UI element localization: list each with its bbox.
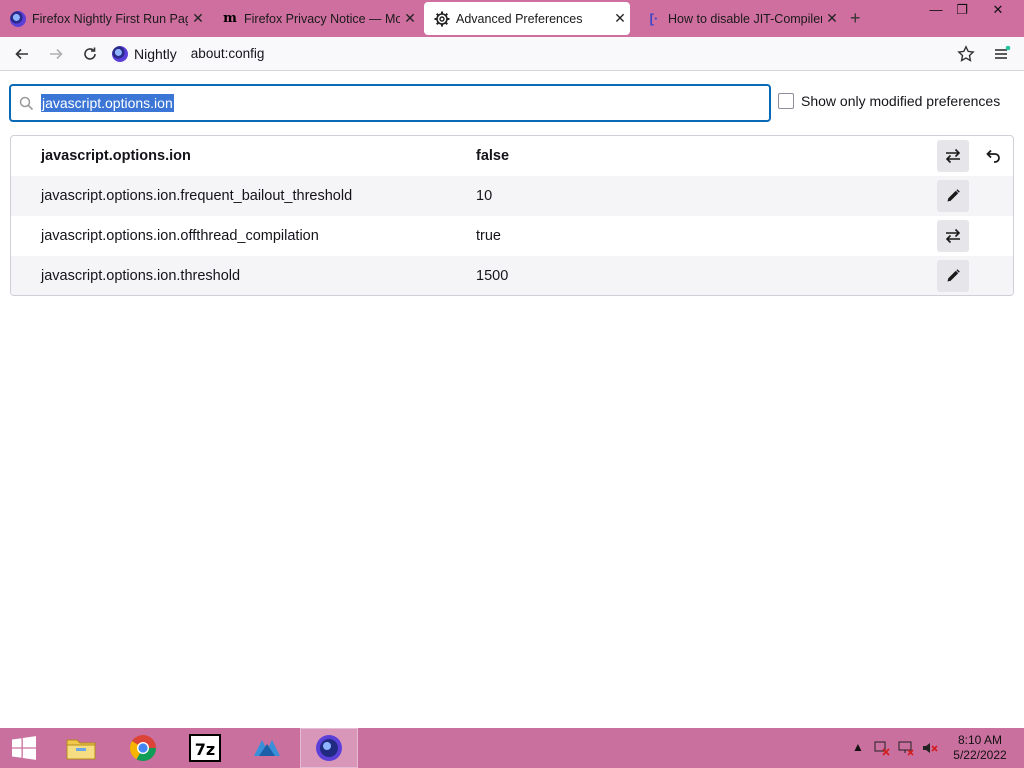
- pref-name: javascript.options.ion: [41, 148, 191, 164]
- windows-start-icon[interactable]: [0, 728, 48, 768]
- pencil-icon: [947, 269, 960, 282]
- hamburger-menu-icon[interactable]: [988, 40, 1016, 68]
- back-arrow-icon[interactable]: [8, 40, 36, 68]
- system-clock[interactable]: 8:10 AM 5/22/2022: [945, 733, 1015, 763]
- windows-taskbar: 7z ▲ 8:10 AM 5/22/2022: [0, 728, 1024, 768]
- gear-icon: [434, 11, 450, 27]
- tab-strip: Firefox Nightly First Run Page ✕ m Firef…: [0, 0, 1024, 37]
- new-tab-button[interactable]: +: [850, 8, 861, 29]
- pref-value: false: [476, 148, 510, 164]
- table-row: javascript.options.ion.threshold 1500: [11, 256, 1013, 295]
- svg-text:7z: 7z: [195, 740, 215, 759]
- pref-value: 1500: [476, 268, 509, 284]
- table-row: javascript.options.ion.frequent_bailout_…: [11, 176, 1013, 216]
- navigation-toolbar: Nightly about:config: [0, 37, 1024, 71]
- pref-value: 10: [476, 188, 493, 204]
- firefox-nightly-icon[interactable]: [300, 728, 358, 768]
- show-modified-checkbox[interactable]: Show only modified preferences: [778, 93, 1000, 109]
- reload-icon[interactable]: [76, 40, 104, 68]
- file-explorer-icon[interactable]: [52, 728, 110, 768]
- url-bar[interactable]: about:config: [191, 46, 265, 61]
- tab-title: Advanced Preferences: [456, 11, 583, 26]
- tray-overflow-icon[interactable]: ▲: [852, 740, 864, 754]
- network-icon[interactable]: [898, 740, 914, 759]
- nightly-icon: [10, 10, 26, 27]
- search-query: javascript.options.ion: [41, 94, 174, 112]
- pref-value: true: [476, 228, 501, 244]
- tab-advanced-preferences[interactable]: Advanced Preferences ✕: [424, 2, 630, 35]
- close-icon[interactable]: ✕: [400, 10, 420, 27]
- toggle-button[interactable]: [937, 140, 969, 172]
- search-icon: [11, 96, 41, 111]
- tab-title: Firefox Nightly First Run Page: [32, 11, 188, 26]
- 7zip-icon[interactable]: 7z: [176, 728, 234, 768]
- bookmark-star-icon[interactable]: [952, 40, 980, 68]
- nightly-icon: [112, 45, 128, 62]
- close-icon[interactable]: ✕: [188, 10, 208, 27]
- restore-icon[interactable]: ❐: [946, 0, 978, 20]
- chrome-icon[interactable]: [114, 728, 172, 768]
- preferences-table: javascript.options.ion false javascript.…: [10, 135, 1014, 296]
- search-input[interactable]: javascript.options.ion: [9, 84, 771, 122]
- tab-firefox-privacy-notice[interactable]: m Firefox Privacy Notice — Mozilla ✕: [212, 2, 420, 35]
- close-icon[interactable]: ✕: [610, 10, 630, 27]
- speaker-muted-icon[interactable]: [922, 740, 938, 759]
- close-window-icon[interactable]: ✕: [982, 0, 1014, 20]
- bracket-icon: [·: [649, 11, 659, 26]
- show-modified-label: Show only modified preferences: [801, 93, 1001, 109]
- checkbox-box[interactable]: [778, 93, 794, 109]
- mozilla-m-icon: m: [223, 11, 237, 26]
- table-row: javascript.options.ion.offthread_compila…: [11, 216, 1013, 256]
- tab-how-to-disable-jit[interactable]: [· How to disable JIT-Compiler ✕: [636, 2, 842, 35]
- tab-title: How to disable JIT-Compiler: [668, 11, 822, 26]
- network-flag-icon[interactable]: [874, 740, 890, 759]
- close-icon[interactable]: ✕: [822, 10, 842, 27]
- swap-arrows-icon: [945, 148, 961, 164]
- pref-name: javascript.options.ion.offthread_compila…: [41, 228, 319, 244]
- clock-time: 8:10 AM: [957, 733, 1003, 747]
- tab-title: Firefox Privacy Notice — Mozilla: [244, 11, 400, 26]
- table-row: javascript.options.ion false: [11, 136, 1013, 176]
- app-icon[interactable]: [238, 728, 296, 768]
- tab-firefox-nightly-first-run[interactable]: Firefox Nightly First Run Page ✕: [0, 2, 208, 35]
- identity-label: Nightly: [134, 45, 177, 62]
- pref-name: javascript.options.ion.threshold: [41, 268, 241, 284]
- identity-box[interactable]: Nightly: [112, 45, 177, 62]
- pref-name: javascript.options.ion.frequent_bailout_…: [41, 188, 353, 204]
- edit-button[interactable]: [937, 260, 969, 292]
- toggle-button[interactable]: [937, 220, 969, 252]
- swap-arrows-icon: [945, 228, 961, 244]
- clock-date: 5/22/2022: [953, 748, 1007, 762]
- edit-button[interactable]: [937, 180, 969, 212]
- pencil-icon: [947, 189, 960, 202]
- undo-arrow-icon: [986, 149, 1000, 163]
- forward-arrow-icon[interactable]: [42, 40, 70, 68]
- reset-button[interactable]: [977, 140, 1009, 172]
